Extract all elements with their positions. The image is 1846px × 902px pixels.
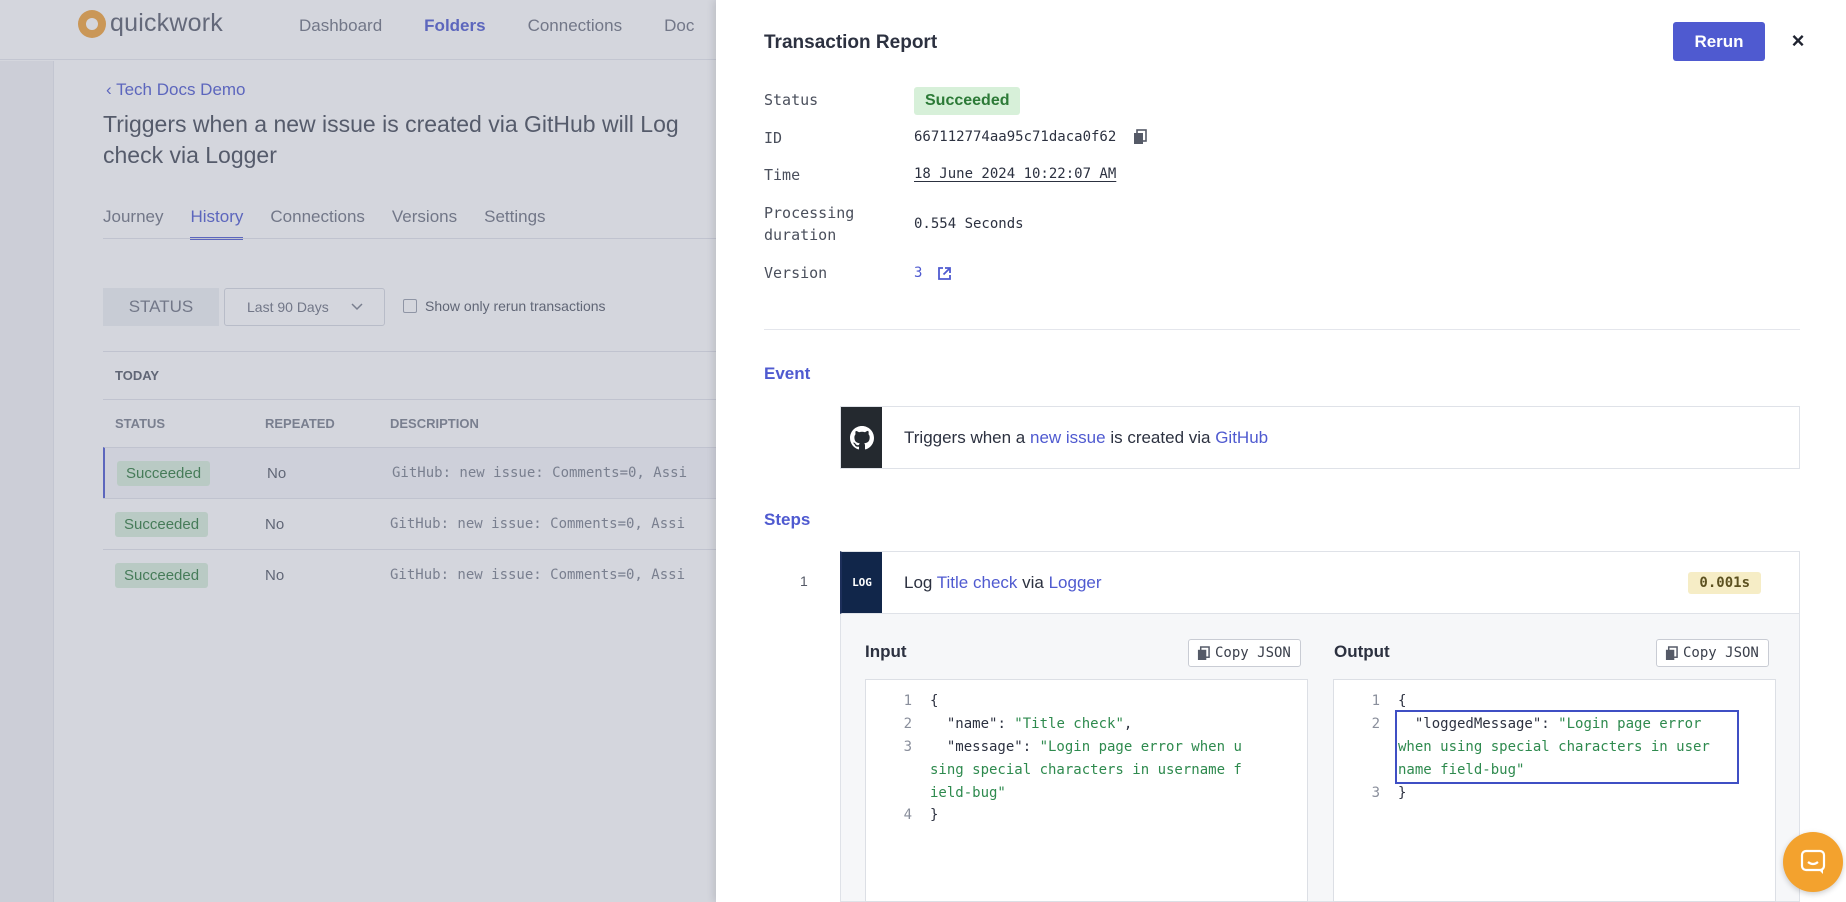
transaction-report-drawer: Transaction Report Rerun × Status Succee… (716, 0, 1846, 902)
line-number: 2 (903, 716, 912, 732)
code-line: "name": "Title check", (946, 716, 1133, 732)
copy-json-label: Copy JSON (1683, 645, 1759, 661)
copy-json-label: Copy JSON (1215, 645, 1291, 661)
step-text-mid: via (1017, 572, 1049, 592)
code-line-wrap: sing special characters in username f (930, 762, 1242, 778)
line-number: 2 (1371, 716, 1380, 732)
json-key: "name" (946, 716, 998, 732)
line-number: 3 (1371, 785, 1380, 801)
code-line: } (930, 807, 939, 823)
steps-heading: Steps (764, 510, 811, 529)
version-label: Version (764, 264, 828, 282)
transaction-id: 667112774aa95c71daca0f62 (914, 129, 1117, 145)
output-heading: Output (1334, 642, 1390, 661)
json-string: "Title check" (1014, 716, 1124, 732)
id-label: ID (764, 129, 783, 147)
external-link-icon (937, 266, 951, 280)
code-line: } (1398, 785, 1407, 801)
input-json-editor[interactable]: 1 2 3 4 { "name": "Title check", "messag… (865, 679, 1308, 902)
close-icon[interactable]: × (1787, 28, 1809, 54)
time-value: 18 June 2024 10:22:07 AM (914, 166, 1117, 182)
step-app-link[interactable]: Logger (1049, 573, 1102, 592)
output-json-editor[interactable]: 1 2 3 { "loggedMessage": "Login page err… (1333, 679, 1776, 902)
github-icon (841, 407, 882, 468)
logger-icon: LOG (842, 552, 882, 613)
duration-label-line-2: duration (764, 226, 837, 244)
duration-label: Processing duration (764, 202, 854, 246)
event-link[interactable]: new issue (1030, 428, 1106, 447)
copy-icon (1197, 645, 1210, 660)
input-heading: Input (865, 642, 907, 661)
event-description: Triggers when a new issue is created via… (904, 428, 1268, 448)
event-heading: Event (764, 364, 811, 383)
line-number: 4 (903, 807, 912, 823)
version-link[interactable]: 3 (914, 265, 952, 281)
status-badge: Succeeded (914, 87, 1021, 115)
code-line: { (930, 693, 939, 709)
line-number: 1 (1371, 693, 1380, 709)
json-key: "message" (946, 739, 1023, 755)
event-card[interactable]: Triggers when a new issue is created via… (840, 406, 1800, 469)
copy-icon[interactable] (1133, 129, 1147, 145)
chat-icon[interactable] (1783, 832, 1843, 892)
status-label: Status (764, 91, 819, 109)
json-string: "Login page error when u (1039, 739, 1242, 755)
selection-highlight (1395, 710, 1739, 784)
copy-output-json-button[interactable]: Copy JSON (1656, 639, 1769, 667)
event-app-link[interactable]: GitHub (1215, 428, 1268, 447)
line-number: 1 (903, 693, 912, 709)
copy-icon (1665, 645, 1678, 660)
event-text-mid: is created via (1105, 427, 1216, 447)
duration-value: 0.554 Seconds (914, 216, 1024, 232)
step-number: 1 (800, 573, 808, 589)
copy-input-json-button[interactable]: Copy JSON (1188, 639, 1301, 667)
code-line-wrap: ield-bug" (930, 785, 1006, 801)
step-duration-badge: 0.001s (1688, 572, 1761, 594)
drawer-title: Transaction Report (764, 32, 938, 53)
version-value: 3 (914, 265, 923, 281)
step-card[interactable]: LOG Log Title check via Logger 0.001s (840, 551, 1800, 614)
step-description: Log Title check via Logger (904, 573, 1102, 593)
line-number: 3 (903, 739, 912, 755)
step-io-panel: Input Copy JSON 1 2 3 4 { "name": "Title… (840, 614, 1800, 902)
time-label: Time (764, 166, 801, 184)
code-line: "message": "Login page error when u (946, 739, 1242, 755)
event-text-prefix: Triggers when a (904, 427, 1030, 447)
modal-overlay[interactable] (0, 0, 716, 902)
section-divider (764, 329, 1800, 330)
duration-label-line-1: Processing (764, 204, 855, 222)
step-action-link[interactable]: Title check (937, 573, 1018, 592)
rerun-button[interactable]: Rerun (1673, 22, 1765, 61)
step-text-prefix: Log (904, 572, 937, 592)
id-value-row: 667112774aa95c71daca0f62 (914, 129, 1147, 145)
